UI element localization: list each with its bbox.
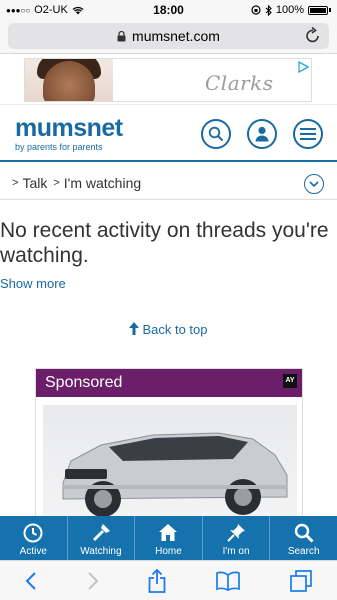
breadcrumb-im-watching[interactable]: I'm watching xyxy=(64,175,141,191)
tab-active-label: Active xyxy=(19,546,47,557)
share-icon[interactable] xyxy=(148,568,166,593)
hamburger-menu-icon xyxy=(300,128,316,140)
breadcrumb-separator: > xyxy=(53,177,60,189)
header-account-button[interactable] xyxy=(247,119,277,149)
breadcrumb: > Talk > I'm watching xyxy=(12,172,322,194)
address-bar[interactable]: mumsnet.com xyxy=(8,23,329,49)
tab-search[interactable]: Search xyxy=(270,516,337,560)
back-to-top-link[interactable]: Back to top xyxy=(0,322,337,337)
sponsored-header: Sponsored AY xyxy=(36,369,302,397)
battery-percent: 100% xyxy=(275,4,304,16)
back-arrow-icon[interactable] xyxy=(25,571,37,591)
orientation-lock-icon xyxy=(251,5,261,15)
status-bar: ●●●○○ O2-UK 18:00 100% xyxy=(0,0,337,20)
reload-icon[interactable] xyxy=(305,26,321,44)
show-more-link[interactable]: Show more xyxy=(0,276,66,291)
header-menu-button[interactable] xyxy=(293,119,323,149)
tab-im-on[interactable]: I'm on xyxy=(203,516,271,560)
tabs-icon[interactable] xyxy=(290,569,312,592)
logo-wordmark: mumsnet xyxy=(15,114,123,142)
back-to-top-label: Back to top xyxy=(142,322,208,337)
tab-home[interactable]: Home xyxy=(135,516,203,560)
tab-watching-label: Watching xyxy=(80,546,122,557)
tab-watching[interactable]: Watching xyxy=(68,516,136,560)
adchoices-icon[interactable] xyxy=(297,61,309,73)
ad-provider-badge: AY xyxy=(283,374,297,388)
flashlight-icon xyxy=(92,524,110,541)
lock-icon xyxy=(117,30,126,41)
sponsored-label: Sponsored xyxy=(45,374,123,391)
bookmarks-icon[interactable] xyxy=(216,571,241,591)
site-header: mumsnet by parents for parents xyxy=(0,104,337,162)
logo-tagline: by parents for parents xyxy=(15,142,103,152)
sponsored-car-image xyxy=(43,405,297,525)
site-tab-bar: Active Watching Home I'm on Search xyxy=(0,516,337,560)
empty-state-message: No recent activity on threads you're wat… xyxy=(0,219,329,267)
tab-search-label: Search xyxy=(287,546,320,557)
car-illustration xyxy=(62,432,288,517)
breadcrumb-talk[interactable]: Talk xyxy=(22,175,47,191)
search-icon xyxy=(294,523,314,543)
chevron-down-icon xyxy=(309,180,319,187)
tab-im-on-label: I'm on xyxy=(222,546,250,557)
arrow-up-icon xyxy=(129,322,140,335)
forward-arrow-icon[interactable] xyxy=(87,571,99,591)
breadcrumb-divider xyxy=(0,199,337,200)
mumsnet-logo[interactable]: mumsnet by parents for parents xyxy=(15,115,123,152)
clock-icon xyxy=(23,523,43,543)
tab-home-label: Home xyxy=(155,546,182,557)
url-text: mumsnet.com xyxy=(132,28,220,44)
pin-icon xyxy=(227,524,246,542)
user-icon xyxy=(255,126,269,142)
status-right: 100% xyxy=(251,4,331,16)
battery-icon xyxy=(308,5,328,15)
ad-brand-logo: Clarks xyxy=(205,71,274,95)
bluetooth-icon xyxy=(265,4,272,16)
browser-toolbar xyxy=(0,560,337,600)
breadcrumb-separator: > xyxy=(12,177,19,189)
header-search-button[interactable] xyxy=(201,119,231,149)
home-icon xyxy=(159,524,178,541)
sponsored-ad[interactable]: Sponsored AY xyxy=(35,368,303,528)
browser-address-area: mumsnet.com xyxy=(0,20,337,54)
search-icon xyxy=(208,126,224,142)
ad-child-photo xyxy=(25,59,113,101)
ad-banner[interactable]: Clarks xyxy=(24,58,312,102)
breadcrumb-expand-button[interactable] xyxy=(304,174,324,194)
battery-tip xyxy=(329,8,331,12)
tab-active[interactable]: Active xyxy=(0,516,68,560)
